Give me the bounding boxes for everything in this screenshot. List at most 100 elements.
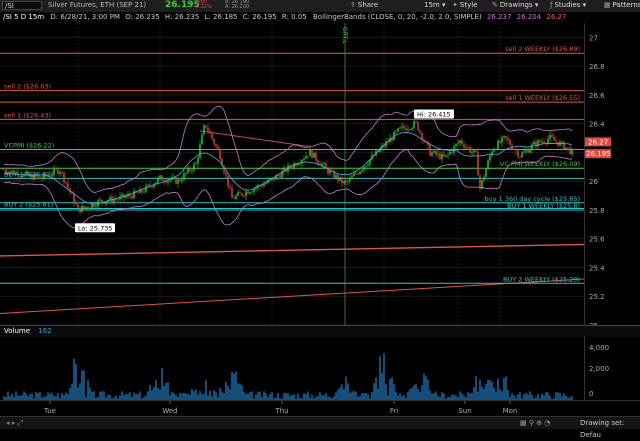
candle-body: [165, 181, 167, 183]
volume-bar: [441, 391, 443, 400]
volume-bar: [227, 385, 229, 400]
candle-body: [207, 127, 209, 132]
volume-bar: [347, 383, 349, 400]
volume-bar: [165, 382, 167, 400]
volume-bar: [505, 376, 507, 400]
candle-body: [407, 129, 409, 131]
candle-body: [217, 146, 219, 150]
volume-bar: [171, 391, 173, 400]
candle-body: [359, 171, 361, 175]
volume-bar: [285, 393, 287, 400]
trendline-upper: [0, 243, 585, 257]
candle-body: [419, 130, 421, 133]
volume-bar: [287, 393, 289, 400]
price-chart-pane[interactable]: GRT.L sell 2 WEEKLY ($26.89) sell 2 ($26.6…: [0, 23, 585, 326]
volume-bar: [307, 391, 309, 400]
volume-bar: [433, 393, 435, 400]
candle-body: [483, 176, 485, 181]
volume-bar: [209, 390, 211, 400]
timeframe-button[interactable]: 15m ▾: [424, 1, 445, 9]
price-chart-svg[interactable]: GRT.L sell 2 WEEKLY ($26.89) sell 2 ($26.6…: [0, 23, 585, 326]
candle-body: [67, 183, 69, 188]
drawing-set-label[interactable]: Drawing set: Defau: [580, 417, 640, 441]
volume-axis: 4,000 2,000 0: [584, 336, 640, 400]
volume-bar: [419, 392, 421, 400]
candle-body: [453, 146, 455, 153]
candle-body: [357, 173, 359, 175]
volume-bar: [121, 391, 123, 400]
share-button[interactable]: ⇪ Share: [350, 1, 378, 9]
candle-body: [41, 178, 43, 179]
candle-body: [263, 184, 265, 187]
volume-bar: [215, 392, 217, 400]
volume-bar: [225, 382, 227, 400]
volume-bar: [103, 391, 105, 400]
volume-bar: [69, 388, 71, 400]
candle-body: [5, 169, 7, 173]
volume-bar: [363, 393, 365, 400]
volume-bar: [491, 381, 493, 400]
style-button[interactable]: ✦ Style: [452, 1, 477, 9]
volume-bar: [265, 393, 267, 400]
volume-bar: [493, 387, 495, 400]
candle-body: [39, 176, 41, 179]
volume-bar: [179, 393, 181, 400]
candle-body: [311, 149, 313, 158]
volume-bar: [383, 353, 385, 400]
volume-bar: [151, 390, 153, 400]
volume-bar: [213, 390, 215, 400]
candle-body: [213, 138, 215, 145]
volume-bar: [497, 378, 499, 400]
candle-body: [307, 156, 309, 157]
price-tag-upper: 26.27: [588, 138, 608, 146]
volume-tick-label: 0: [589, 390, 593, 398]
candle-body: [195, 163, 197, 165]
level-label: BUY 2 WEEKLY ($25.29): [503, 275, 580, 283]
volume-bar: [415, 383, 417, 400]
price-tick-label: 27: [589, 34, 598, 42]
candle-body: [251, 191, 253, 193]
price-change: -.090 -0.22%: [194, 0, 212, 10]
time-tick-label: Thu: [274, 407, 288, 415]
studies-button[interactable]: ƒ Studies ▾: [550, 1, 586, 9]
price-tick-label: 25.2: [589, 293, 605, 301]
time-axis[interactable]: Tue Wed Thu Fri Sun Mon: [0, 400, 640, 417]
candle-body: [541, 141, 543, 143]
volume-bar: [155, 380, 157, 400]
candle-body: [57, 169, 59, 174]
volume-bar: [31, 393, 33, 400]
candle-body: [347, 180, 349, 182]
candle-body: [563, 141, 565, 150]
candle-body: [549, 134, 551, 139]
lo-label: Lo: 25.735: [78, 224, 112, 232]
status-tools[interactable]: ▦ ⚲ ⊕ ◔: [520, 417, 550, 429]
volume-bar: [51, 392, 53, 400]
volume-bar: [337, 389, 339, 400]
volume-bar: [425, 376, 427, 400]
volume-bar: [277, 393, 279, 400]
candle-body: [83, 206, 85, 208]
time-tick-label: Wed: [162, 407, 177, 415]
candle-body: [19, 176, 21, 178]
candle-body: [51, 174, 53, 176]
volume-pane[interactable]: [0, 336, 584, 400]
candle-body: [507, 137, 509, 141]
price-axis[interactable]: 2726.826.626.426.22625.825.625.425.22526…: [584, 23, 640, 330]
volume-bar: [481, 386, 483, 400]
volume-bar: [373, 383, 375, 400]
volume-bar: [75, 364, 77, 400]
candle-body: [489, 155, 491, 161]
drawings-button[interactable]: ✎ Drawings ▾: [492, 1, 538, 9]
patterns-button[interactable]: ▦ Patterns: [604, 1, 640, 9]
candle-body: [397, 128, 399, 132]
status-left-icons[interactable]: ◂ ▸ ⤢: [6, 417, 23, 429]
study-label[interactable]: BollingerBands (CLOSE, 0, 20, -2.0, 2.0,…: [313, 13, 482, 21]
volume-bar: [459, 391, 461, 400]
volume-bar: [259, 391, 261, 400]
volume-bar: [57, 393, 59, 400]
symbol-input[interactable]: /SI: [2, 1, 42, 10]
candle-body: [451, 151, 453, 153]
volume-bar: [87, 380, 89, 400]
volume-bar: [237, 383, 239, 400]
candle-body: [177, 179, 179, 184]
